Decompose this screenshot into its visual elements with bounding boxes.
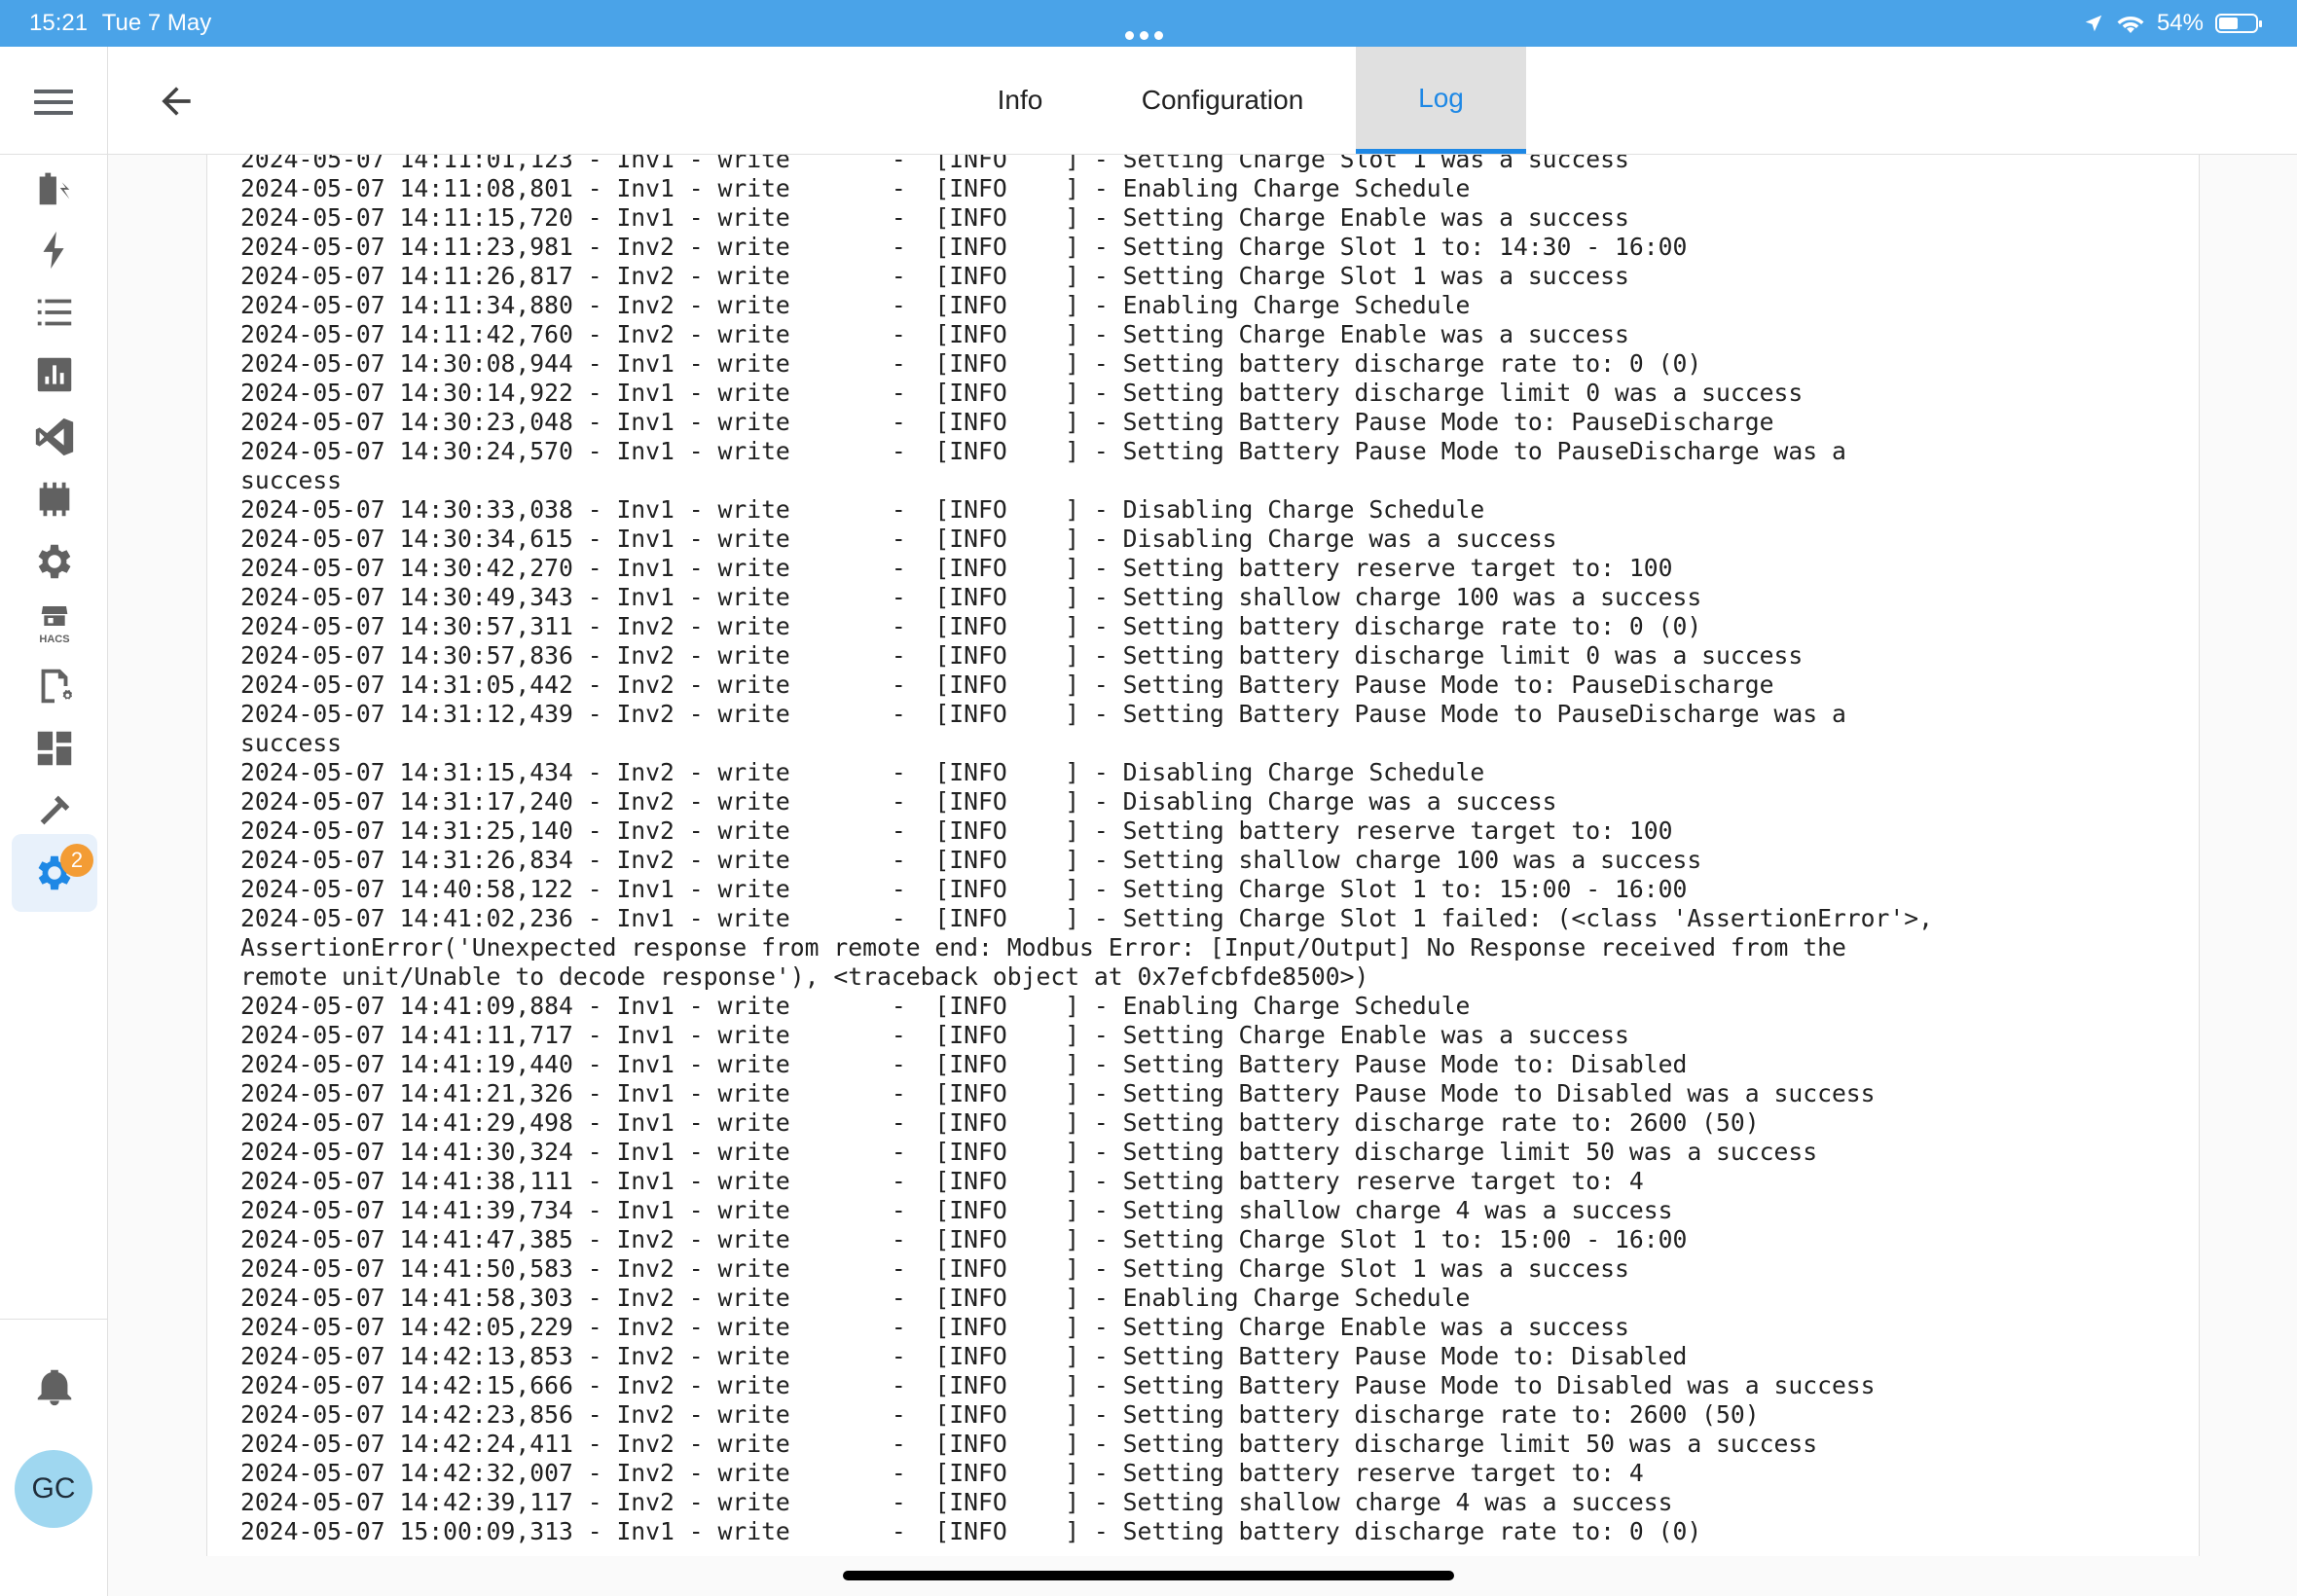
log-line: success — [240, 466, 343, 494]
hamburger-icon[interactable] — [34, 90, 73, 119]
log-line: 2024-05-07 14:41:19,440 - Inv1 - write -… — [240, 1050, 1688, 1078]
log-line: AssertionError('Unexpected response from… — [240, 933, 1846, 961]
log-line: 2024-05-07 14:30:33,038 - Inv1 - write -… — [240, 495, 1485, 524]
log-line: 2024-05-07 14:11:08,801 - Inv1 - write -… — [240, 174, 1471, 202]
log-line: 2024-05-07 14:31:26,834 - Inv2 - write -… — [240, 846, 1702, 874]
log-line: 2024-05-07 14:40:58,122 - Inv1 - write -… — [240, 875, 1688, 903]
log-line: 2024-05-07 14:41:21,326 - Inv1 - write -… — [240, 1079, 1876, 1107]
log-line: 2024-05-07 14:41:47,385 - Inv2 - write -… — [240, 1225, 1688, 1253]
log-panel[interactable]: 2024-05-07 14:11:01,123 - Inv1 - write -… — [206, 155, 2200, 1556]
multitasking-dots-icon[interactable] — [1125, 19, 1172, 40]
log-line: 2024-05-07 14:31:05,442 - Inv2 - write -… — [240, 671, 1774, 699]
log-line: 2024-05-07 14:41:39,734 - Inv1 - write -… — [240, 1196, 1673, 1224]
battery-percent: 54% — [2156, 10, 2204, 36]
tab-log[interactable]: Log — [1356, 47, 1526, 154]
log-line: 2024-05-07 14:42:32,007 - Inv2 - write -… — [240, 1459, 1644, 1487]
arrow-back-icon[interactable] — [155, 80, 198, 123]
status-time: 15:21 — [29, 10, 89, 36]
home-indicator[interactable] — [843, 1571, 1454, 1580]
log-line: 2024-05-07 14:30:34,615 - Inv1 - write -… — [240, 525, 1557, 553]
log-line: 2024-05-07 14:31:12,439 - Inv2 - write -… — [240, 700, 1846, 728]
log-line: 2024-05-07 14:42:05,229 - Inv2 - write -… — [240, 1313, 1629, 1341]
log-line: 2024-05-07 14:42:15,666 - Inv2 - write -… — [240, 1371, 1876, 1399]
sidebar-divider — [0, 1319, 107, 1320]
location-arrow-icon — [2085, 15, 2102, 32]
log-line: 2024-05-07 14:41:50,583 - Inv2 - write -… — [240, 1254, 1629, 1283]
log-line: 2024-05-07 14:30:49,343 - Inv1 - write -… — [240, 583, 1702, 611]
log-text: 2024-05-07 14:11:01,123 - Inv1 - write -… — [240, 155, 1933, 1546]
log-line: 2024-05-07 14:41:58,303 - Inv2 - write -… — [240, 1284, 1471, 1312]
log-line: 2024-05-07 14:31:25,140 - Inv2 - write -… — [240, 816, 1673, 845]
log-line: 2024-05-07 14:42:39,117 - Inv2 - write -… — [240, 1488, 1673, 1516]
log-line: 2024-05-07 14:30:57,836 - Inv2 - write -… — [240, 641, 1804, 670]
log-line: remote unit/Unable to decode response'),… — [240, 962, 1369, 991]
tab-info[interactable]: Info — [947, 47, 1093, 154]
status-date: Tue 7 May — [101, 10, 212, 36]
log-line: 2024-05-07 14:41:11,717 - Inv1 - write -… — [240, 1021, 1629, 1049]
log-line: 2024-05-07 14:11:26,817 - Inv2 - write -… — [240, 262, 1629, 290]
wifi-icon — [2117, 17, 2144, 33]
log-line: 2024-05-07 14:30:14,922 - Inv1 - write -… — [240, 379, 1804, 407]
log-line: 2024-05-07 14:41:30,324 - Inv1 - write -… — [240, 1138, 1818, 1166]
cog-active-icon[interactable]: 2 — [12, 834, 97, 912]
log-line: 2024-05-07 14:31:17,240 - Inv2 - write -… — [240, 787, 1557, 816]
log-line: 2024-05-07 14:41:38,111 - Inv1 - write -… — [240, 1167, 1644, 1195]
bell-icon[interactable] — [12, 1348, 97, 1426]
log-line: 2024-05-07 14:11:15,720 - Inv1 - write -… — [240, 203, 1629, 232]
log-line: 2024-05-07 14:42:13,853 - Inv2 - write -… — [240, 1342, 1688, 1370]
log-line: 2024-05-07 14:41:09,884 - Inv1 - write -… — [240, 992, 1471, 1020]
log-line: 2024-05-07 14:30:08,944 - Inv1 - write -… — [240, 349, 1702, 378]
hacs-label: HACS — [39, 634, 70, 645]
log-line: 2024-05-07 14:11:34,880 - Inv2 - write -… — [240, 291, 1471, 319]
tab-configuration[interactable]: Configuration — [1120, 47, 1325, 154]
status-right: 54% — [2083, 10, 2262, 37]
log-line: 2024-05-07 14:41:29,498 - Inv1 - write -… — [240, 1108, 1760, 1137]
log-line: 2024-05-07 14:30:57,311 - Inv2 - write -… — [240, 612, 1702, 640]
log-line: 2024-05-07 14:41:02,236 - Inv1 - write -… — [240, 904, 1933, 932]
log-line: 2024-05-07 14:42:23,856 - Inv2 - write -… — [240, 1400, 1760, 1429]
status-bar: 15:21 Tue 7 May 54% — [0, 0, 2297, 47]
sidebar: HACS 2 GC — [0, 47, 108, 1596]
log-line: 2024-05-07 14:30:42,270 - Inv1 - write -… — [240, 554, 1673, 582]
log-line: 2024-05-07 14:30:24,570 - Inv1 - write -… — [240, 437, 1846, 465]
log-line: 2024-05-07 14:42:24,411 - Inv2 - write -… — [240, 1430, 1818, 1458]
notification-badge: 2 — [60, 844, 93, 877]
log-line: 2024-05-07 14:11:23,981 - Inv2 - write -… — [240, 233, 1688, 261]
log-line: 2024-05-07 14:11:01,123 - Inv1 - write -… — [240, 155, 1629, 173]
top-bar: Info Configuration Log — [108, 47, 2297, 155]
avatar[interactable]: GC — [15, 1450, 92, 1528]
log-line: 2024-05-07 14:11:42,760 - Inv2 - write -… — [240, 320, 1629, 348]
battery-icon — [2215, 14, 2262, 33]
log-line: 2024-05-07 15:00:09,313 - Inv1 - write -… — [240, 1517, 1702, 1545]
log-line: 2024-05-07 14:31:15,434 - Inv2 - write -… — [240, 758, 1485, 786]
log-line: success — [240, 729, 343, 757]
log-line: 2024-05-07 14:30:23,048 - Inv1 - write -… — [240, 408, 1774, 436]
